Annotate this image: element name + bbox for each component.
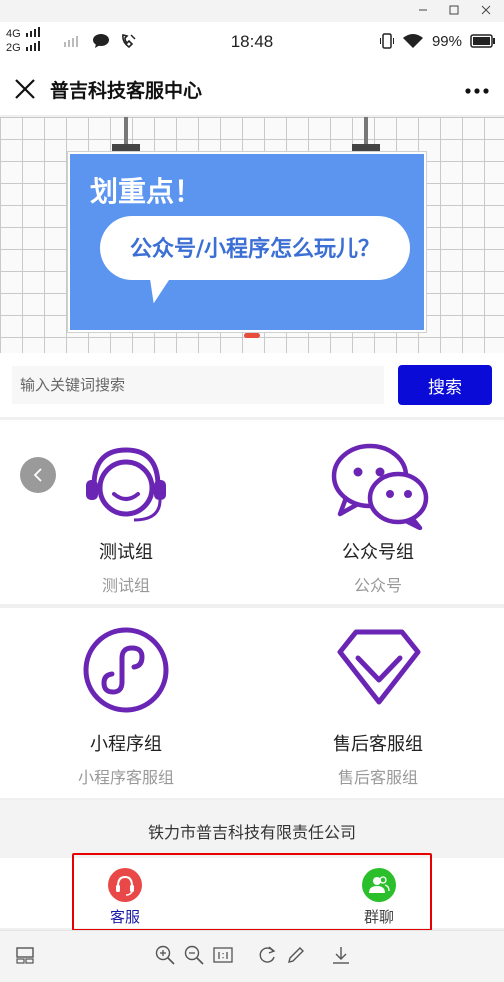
group-name: 公众号组 — [342, 542, 414, 563]
close-window-icon — [481, 5, 491, 15]
wechat-icon — [331, 443, 429, 530]
company-footer: 铁力市普吉科技有限责任公司 — [0, 800, 504, 858]
highlight-frame — [72, 853, 432, 931]
banner-bubble-text: 公众号/小程序怎么玩儿？ — [129, 237, 381, 262]
group-text: 小程序组 小程序客服组 — [0, 730, 252, 788]
hanger-wire — [364, 117, 368, 145]
previous-page-button[interactable] — [20, 457, 56, 493]
group-name: 售后客服组 — [333, 734, 423, 755]
more-dots-icon — [465, 88, 489, 94]
zoom-in-icon[interactable] — [154, 944, 176, 966]
app-header: 普吉科技客服中心 — [0, 64, 504, 116]
group-subtitle: 公众号 — [353, 576, 402, 595]
group-row-1: 测试组 测试组 公众号组 公众号 — [0, 420, 504, 604]
group-subtitle: 售后客服组 — [337, 768, 418, 787]
hanger-clip — [352, 144, 380, 152]
thumbnail-icon[interactable] — [14, 944, 36, 966]
maximize-button[interactable] — [445, 2, 463, 18]
carousel-indicator[interactable] — [244, 333, 260, 338]
maximize-icon — [449, 5, 459, 15]
edit-icon[interactable] — [285, 944, 307, 966]
search-bar: 搜索 — [0, 353, 504, 417]
group-card-test[interactable]: 测试组 测试组 — [0, 420, 252, 604]
group-text: 公众号组 公众号 — [252, 538, 504, 596]
page-title: 普吉科技客服中心 — [50, 80, 203, 102]
group-text: 售后客服组 售后客服组 — [252, 730, 504, 788]
search-button[interactable]: 搜索 — [398, 365, 492, 405]
wifi-icon — [402, 34, 423, 48]
close-window-button[interactable] — [477, 2, 495, 18]
group-row-2: 小程序组 小程序客服组 售后客服组 售后客服组 — [0, 608, 504, 798]
speech-bubble: 公众号/小程序怎么玩儿？ — [100, 216, 410, 280]
close-icon[interactable] — [12, 76, 38, 102]
more-menu-button[interactable] — [464, 76, 490, 100]
rotate-icon[interactable] — [256, 944, 278, 966]
group-subtitle: 测试组 — [101, 576, 150, 595]
banner-headline: 划重点！ — [90, 175, 203, 208]
mini-program-icon — [83, 627, 169, 713]
system-indicators: 99% — [379, 32, 496, 50]
banner-carousel[interactable]: 划重点！ 公众号/小程序怎么玩儿？ — [0, 117, 504, 353]
minimize-button[interactable] — [414, 2, 432, 18]
chevron-left-icon — [33, 468, 42, 482]
window-controls — [0, 0, 504, 22]
minimize-icon — [419, 9, 427, 11]
group-name: 小程序组 — [90, 734, 162, 755]
group-name: 测试组 — [99, 542, 153, 563]
group-card-miniprogram[interactable]: 小程序组 小程序客服组 — [0, 608, 252, 798]
diamond-icon — [337, 629, 421, 705]
search-input[interactable] — [12, 366, 384, 404]
vibrate-icon — [379, 33, 394, 49]
phone-status-bar: 4G 2G 18:48 99% — [0, 22, 504, 64]
headset-icon — [86, 447, 166, 522]
viewer-toolbar — [0, 930, 504, 982]
zoom-out-icon[interactable] — [183, 944, 205, 966]
group-card-aftersales[interactable]: 售后客服组 售后客服组 — [252, 608, 504, 798]
banner-board: 划重点！ 公众号/小程序怎么玩儿？ — [68, 152, 426, 332]
battery-percent: 99% — [431, 32, 462, 50]
download-icon[interactable] — [330, 944, 352, 966]
battery-icon — [470, 34, 495, 48]
group-card-wechat[interactable]: 公众号组 公众号 — [252, 420, 504, 604]
group-subtitle: 小程序客服组 — [77, 768, 174, 787]
actual-size-icon[interactable] — [212, 944, 234, 966]
hanger-wire — [124, 117, 128, 145]
hanger-clip — [112, 144, 140, 152]
group-text: 测试组 测试组 — [0, 538, 252, 596]
